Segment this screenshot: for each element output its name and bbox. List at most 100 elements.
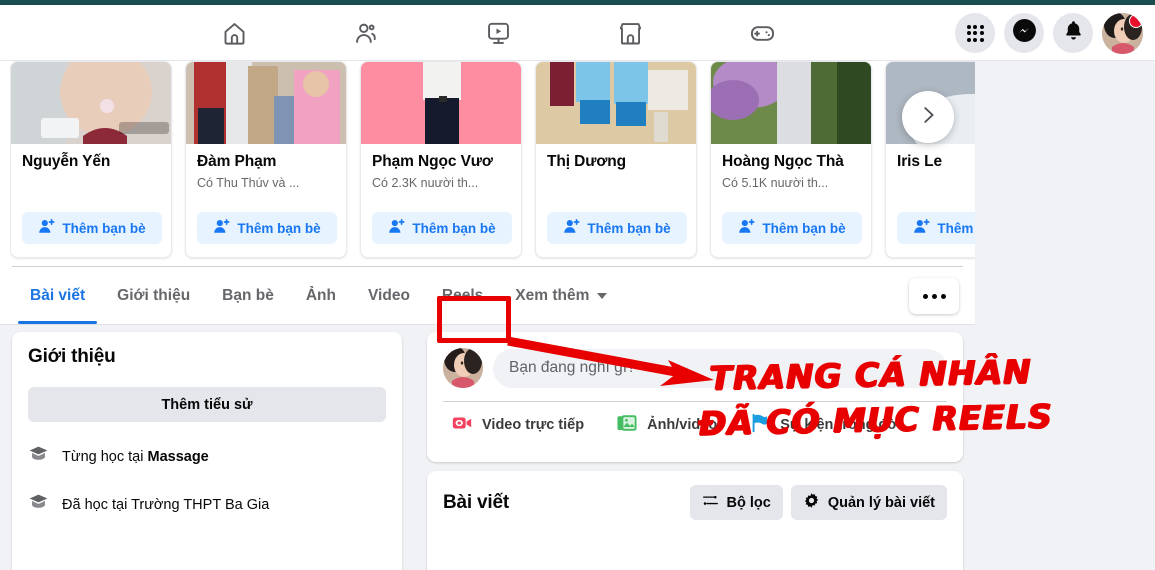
composer-action-row: Video trực tiếp Ảnh/video Sự kiện trong … — [427, 402, 963, 448]
tab-bai-viet[interactable]: Bài viết — [14, 267, 101, 324]
friend-card-photo[interactable] — [536, 62, 696, 144]
messenger-button[interactable] — [1004, 13, 1044, 53]
profile-avatar[interactable] — [1102, 12, 1143, 54]
friend-card[interactable]: Hoàng Ngọc Thà Có 5.1K nuười th... Thêm … — [710, 61, 872, 258]
nav-friends-button[interactable] — [300, 7, 432, 59]
notifications-bell-icon — [1062, 19, 1085, 47]
photo-video-icon — [616, 412, 638, 438]
ellipsis-dot — [922, 293, 928, 299]
photo-video-label: Ảnh/video — [647, 417, 718, 433]
add-friend-button[interactable]: Thêm bạn bè — [22, 212, 162, 244]
menu-grid-button[interactable] — [955, 13, 995, 53]
intro-card: Giới thiệu Thêm tiểu sử Từng học tại Mas… — [12, 332, 402, 570]
home-icon — [221, 20, 248, 47]
nav-home-button[interactable] — [168, 7, 300, 59]
add-friend-icon — [388, 218, 405, 238]
friend-card[interactable]: Nguyễn Yến Thêm bạn bè — [10, 61, 172, 258]
facebook-top-navigation-bar — [0, 5, 1155, 61]
add-friend-label: Thêm bạn bè — [587, 220, 671, 236]
friend-card[interactable]: Đàm Phạm Có Thu Thúv và ... Thêm bạn bè — [185, 61, 347, 258]
posts-title: Bài viết — [443, 491, 509, 513]
friend-card-photo[interactable] — [186, 62, 346, 144]
filter-sliders-icon — [702, 492, 719, 513]
tab-video[interactable]: Video — [352, 267, 426, 324]
filter-label: Bộ lọc — [726, 494, 771, 511]
intro-row-text: Từng học tại Massage — [62, 448, 209, 465]
tab-label: Giới thiệu — [117, 286, 191, 304]
friend-card[interactable]: Phạm Ngọc Vươ Có 2.3K nuười th... Thêm b… — [360, 61, 522, 258]
nav-gaming-button[interactable] — [696, 7, 828, 59]
ellipsis-dot — [940, 293, 946, 299]
composer-user-avatar[interactable] — [443, 348, 483, 388]
friends-icon — [353, 20, 380, 47]
add-friend-button[interactable]: Thêm bạn bè — [547, 212, 687, 244]
add-friend-button[interactable]: Thêm bạn bè — [897, 212, 975, 244]
tab-gioi-thieu[interactable]: Giới thiệu — [101, 267, 206, 324]
menu-grid-icon — [966, 24, 984, 42]
add-friend-icon — [913, 218, 930, 238]
top-right-actions — [955, 5, 1143, 61]
intro-title: Giới thiệu — [28, 346, 116, 367]
add-friend-button[interactable]: Thêm bạn bè — [197, 212, 337, 244]
carousel-next-button[interactable] — [902, 91, 954, 143]
friend-card-name: Nguyễn Yến — [22, 153, 111, 170]
manage-label: Quản lý bài viết — [827, 494, 935, 511]
nav-marketplace-button[interactable] — [564, 7, 696, 59]
tab-label: Ảnh — [305, 286, 336, 304]
tabs-more-options-button[interactable] — [909, 278, 959, 314]
intro-detail-row: Đã học tại Trường THPT Ba Gia — [28, 491, 386, 518]
photo-video-button[interactable]: Ảnh/video — [602, 406, 731, 444]
nav-watch-button[interactable] — [432, 7, 564, 59]
friend-card-name: Đàm Phạm — [197, 153, 277, 170]
composer-status-input[interactable] — [493, 348, 947, 388]
education-cap-icon — [28, 491, 49, 518]
tab-label: Xem thêm — [515, 286, 590, 304]
tab-ban-be[interactable]: Bạn bè — [206, 267, 290, 324]
friend-card-photo[interactable] — [711, 62, 871, 144]
intro-detail-row: Từng học tại Massage — [28, 443, 386, 470]
watch-icon — [485, 20, 512, 47]
add-friend-button[interactable]: Thêm bạn bè — [722, 212, 862, 244]
posts-header-row: Bài viết Bộ lọc Quản lý bài viết — [443, 485, 947, 520]
tab-xem-them[interactable]: Xem thêm — [499, 267, 623, 324]
manage-posts-button[interactable]: Quản lý bài viết — [790, 485, 947, 520]
live-video-button[interactable]: Video trực tiếp — [437, 406, 598, 444]
tab-anh[interactable]: Ảnh — [290, 267, 352, 324]
posts-header-buttons: Bộ lọc Quản lý bài viết — [689, 485, 947, 520]
add-friend-label: Thêm bạn bè — [62, 220, 146, 236]
profile-body-area: Giới thiệu Thêm tiểu sử Từng học tại Mas… — [0, 325, 975, 570]
friend-card-photo[interactable] — [361, 62, 521, 144]
friend-card-name: Phạm Ngọc Vươ — [372, 153, 493, 170]
page-background-right — [975, 61, 1155, 570]
profile-tabs-list: Bài viết Giới thiệu Bạn bè Ảnh Video Ree… — [14, 267, 623, 324]
education-cap-icon — [28, 443, 49, 470]
add-friend-label: Thêm bạn bè — [412, 220, 496, 236]
friend-suggestion-carousel: Nguyễn Yến Thêm bạn bè Đàm Phạm Có Thu T… — [10, 61, 975, 264]
friend-card-name: Thị Dương — [547, 153, 627, 170]
screenshot-root: Nguyễn Yến Thêm bạn bè Đàm Phạm Có Thu T… — [0, 0, 1155, 570]
marketplace-icon — [617, 20, 644, 47]
friend-card-subtitle: Có Thu Thúv và ... — [197, 176, 300, 190]
gear-icon — [803, 492, 820, 513]
live-video-icon — [451, 412, 473, 438]
filter-button[interactable]: Bộ lọc — [689, 485, 783, 520]
add-friend-icon — [38, 218, 55, 238]
intro-row-text: Đã học tại Trường THPT Ba Gia — [62, 496, 270, 513]
notifications-button[interactable] — [1053, 13, 1093, 53]
chevron-right-icon — [917, 104, 939, 131]
tab-reels[interactable]: Reels — [426, 267, 499, 324]
tab-label: Video — [368, 286, 410, 304]
friend-card-name: Iris Le — [897, 153, 942, 170]
add-friend-label: Thêm bạn bè — [937, 220, 975, 236]
add-friend-button[interactable]: Thêm bạn bè — [372, 212, 512, 244]
profile-tabs-bar: Bài viết Giới thiệu Bạn bè Ảnh Video Ree… — [0, 267, 975, 324]
friend-card-photo[interactable] — [11, 62, 171, 144]
tab-label: Bài viết — [30, 286, 86, 304]
profile-page-column: Nguyễn Yến Thêm bạn bè Đàm Phạm Có Thu T… — [0, 61, 975, 570]
ellipsis-dot — [931, 293, 937, 299]
life-event-button[interactable]: Sự kiện trong đời — [735, 406, 916, 444]
main-nav-icon-group — [168, 5, 828, 61]
friend-card[interactable]: Thị Dương Thêm bạn bè — [535, 61, 697, 258]
add-bio-label: Thêm tiểu sử — [161, 396, 253, 413]
add-bio-button[interactable]: Thêm tiểu sử — [28, 387, 386, 422]
